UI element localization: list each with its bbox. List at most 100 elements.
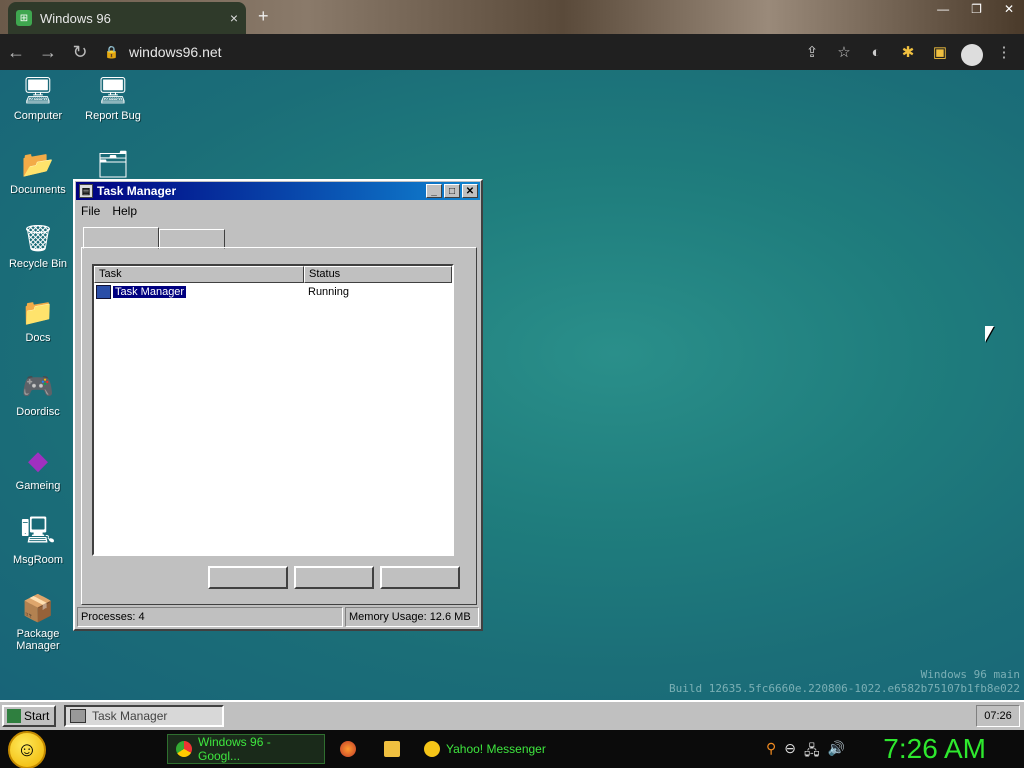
desktop-icon-docs[interactable]: 📁 Docs [1, 296, 75, 345]
close-window-icon[interactable]: ✕ [1004, 2, 1014, 16]
address-bar[interactable]: 🔒 windows96.net [104, 44, 222, 60]
menu-bar: File Help [75, 201, 481, 221]
tab-strip [83, 227, 225, 249]
icon-label: Package Manager [16, 628, 60, 652]
reload-icon[interactable]: ↻ [64, 36, 96, 68]
build-line-1: Windows 96 main [920, 668, 1020, 681]
new-task-button[interactable] [380, 566, 460, 589]
menu-kebab-icon[interactable]: ⋮ [990, 36, 1018, 68]
menu-file[interactable]: File [81, 204, 100, 218]
host-taskbar: ☺ Windows 96 - Googl... Yahoo! Messenger… [0, 730, 1024, 768]
doordisc-icon: 🎮 [21, 370, 55, 401]
desktop-icon-recycle-bin[interactable]: 🗑 Recycle Bin [1, 222, 75, 271]
window-controls: — ❐ ✕ [937, 2, 1014, 16]
tab-applications[interactable] [83, 227, 159, 249]
tab-processes[interactable] [159, 229, 225, 249]
window-title: Task Manager [97, 184, 177, 198]
volume-icon[interactable]: 🔊 [828, 740, 845, 764]
cube-icon: ◆ [28, 444, 48, 475]
network-icon[interactable]: 🖧 [804, 740, 820, 764]
start-button[interactable]: Start [2, 705, 56, 727]
back-arrow-icon[interactable]: ← [0, 36, 32, 68]
task-manager-window: ▤ Task Manager _ □ ✕ File Help Task Stat… [73, 179, 483, 631]
desktop-icon-computer[interactable]: 🖥 Computer [1, 74, 75, 123]
build-line-2: Build 12635.5fc6660e.220806-1022.e6582b7… [669, 682, 1020, 695]
msgroom-icon: 🖳 [20, 515, 56, 545]
host-task-explorer[interactable] [376, 734, 414, 764]
profile-avatar[interactable] [958, 36, 986, 68]
report-bug-icon: 🖥 [96, 74, 130, 105]
smiley-start-icon[interactable]: ☺ [8, 731, 46, 768]
task-list[interactable]: Task Status Task Manager Running [92, 264, 454, 556]
browser-toolbar: ← → ↻ 🔒 windows96.net ⇪ ☆ ◐ ✱ ▣ ⋮ [0, 34, 1024, 70]
search-icon[interactable]: ⚲ [766, 740, 776, 764]
switch-to-button[interactable] [294, 566, 374, 589]
task-name: Task Manager [111, 285, 188, 299]
icon-label: Documents [10, 184, 66, 196]
package-icon: 📦 [21, 592, 55, 623]
close-button[interactable]: ✕ [462, 184, 478, 198]
desktop-icon-report-bug[interactable]: 🖥 Report Bug [76, 74, 150, 123]
taskbar-task-manager[interactable]: Task Manager [64, 705, 224, 727]
icon-label: Report Bug [85, 110, 141, 122]
minus-circle-icon[interactable]: ⊖ [784, 740, 796, 764]
host-task-yahoo[interactable]: Yahoo! Messenger [416, 734, 576, 764]
minimize-icon[interactable]: — [937, 2, 949, 16]
minimize-button[interactable]: _ [426, 184, 442, 198]
w96-clock: 07:26 [976, 705, 1020, 727]
extensions-puzzle-icon[interactable]: ✱ [894, 36, 922, 68]
icon-label: Gameing [15, 480, 61, 492]
extension-flag-icon[interactable]: ◐ [862, 36, 890, 68]
build-info: Windows 96 main Build 12635.5fc6660e.220… [669, 668, 1020, 696]
tools-folder-icon: 🗂 [96, 148, 130, 179]
task-icon [96, 285, 111, 299]
computer-icon: 🖥 [21, 74, 55, 105]
browser-tab[interactable]: ⊞ Windows 96 × [8, 2, 246, 34]
title-bar[interactable]: ▤ Task Manager _ □ ✕ [76, 182, 480, 200]
desktop-icon-doordisc[interactable]: 🎮 Doordisc [1, 370, 75, 419]
start-label: Start [24, 709, 50, 723]
restore-icon[interactable]: ❐ [971, 2, 982, 16]
chrome-icon [176, 741, 192, 757]
desktop-icon-documents[interactable]: 📂 Documents [1, 148, 75, 197]
list-header: Task Status [94, 266, 452, 283]
firefox-icon [340, 741, 356, 757]
desktop-icon-msgroom[interactable]: 🖳 MsgRoom [1, 515, 75, 566]
table-row[interactable]: Task Manager Running [94, 284, 452, 300]
yahoo-task-label: Yahoo! Messenger [446, 742, 546, 756]
icon-label: Computer [13, 110, 63, 122]
share-icon[interactable]: ⇪ [798, 36, 826, 68]
task-manager-icon [70, 709, 86, 723]
folder-icon [384, 741, 400, 757]
column-task[interactable]: Task [94, 266, 304, 283]
maximize-button[interactable]: □ [444, 184, 460, 198]
lock-icon: 🔒 [104, 45, 119, 59]
new-tab-icon[interactable]: + [258, 6, 269, 27]
w96-taskbar: Start Task Manager 07:26 [0, 700, 1024, 730]
forward-arrow-icon[interactable]: → [32, 36, 64, 68]
menu-help[interactable]: Help [112, 204, 137, 218]
tab-close-icon[interactable]: × [230, 10, 238, 26]
desktop-icon-gameing[interactable]: ◆ Gameing [1, 444, 75, 493]
column-status[interactable]: Status [304, 266, 452, 283]
windows96-favicon-icon: ⊞ [16, 10, 32, 26]
taskbar-task-label: Task Manager [92, 709, 168, 723]
icon-label: Recycle Bin [8, 258, 68, 270]
task-manager-icon: ▤ [79, 184, 93, 198]
chrome-task-label: Windows 96 - Googl... [198, 735, 271, 763]
desktop-icon-package-manager[interactable]: 📦 Package Manager [1, 592, 75, 653]
sidebar-icon[interactable]: ▣ [926, 36, 954, 68]
documents-folder-icon: 📂 [21, 148, 55, 179]
mouse-cursor [985, 326, 994, 342]
host-task-firefox[interactable] [332, 734, 370, 764]
icon-label: Doordisc [16, 406, 60, 418]
status-memory: Memory Usage: 12.6 MB [345, 607, 479, 627]
folder-icon: 📁 [21, 296, 55, 327]
host-task-chrome[interactable]: Windows 96 - Googl... [167, 734, 325, 764]
icon-label: Docs [25, 332, 51, 344]
end-task-button[interactable] [208, 566, 288, 589]
recycle-bin-icon: 🗑 [21, 222, 55, 253]
bookmark-star-icon[interactable]: ☆ [830, 36, 858, 68]
status-bar: Processes: 4 Memory Usage: 12.6 MB [77, 607, 479, 627]
tab-title: Windows 96 [40, 10, 111, 26]
